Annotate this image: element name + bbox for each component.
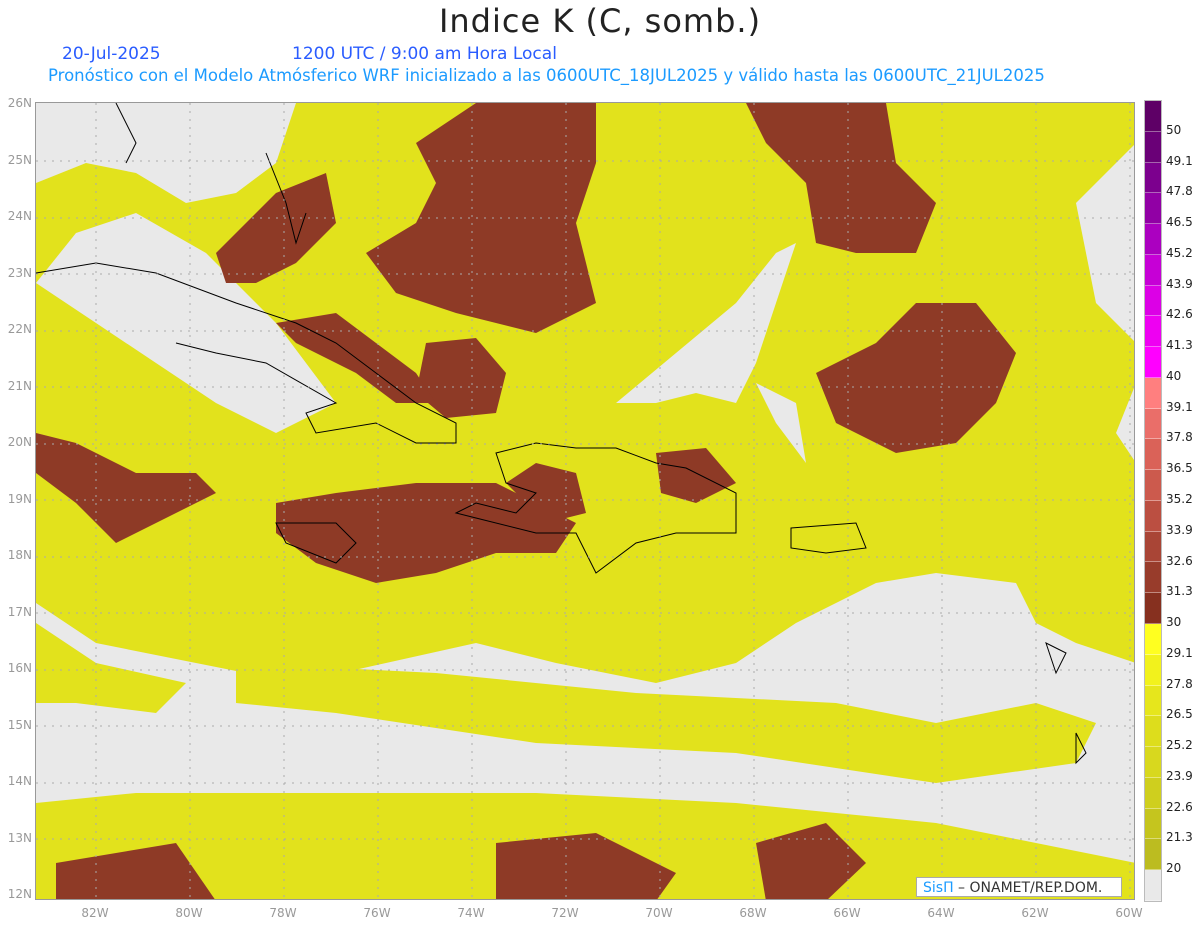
lat-label: 14N	[7, 774, 32, 788]
colorbar-swatch	[1145, 839, 1161, 871]
lat-label: 22N	[7, 322, 32, 336]
lon-label: 78W	[269, 906, 297, 920]
colorbar-label: 29.1	[1166, 645, 1193, 660]
credit-text: – ONAMET/REP.DOM.	[953, 880, 1103, 896]
colorbar-swatch	[1145, 408, 1161, 440]
colorbar-swatch	[1145, 654, 1161, 686]
lat-label: 17N	[7, 604, 32, 619]
colorbar-label: 31.3	[1166, 584, 1193, 599]
map-panel	[35, 102, 1135, 900]
lat-label: 15N	[7, 717, 32, 732]
colorbar-label: 41.3	[1166, 338, 1193, 353]
k-index-field	[36, 103, 1134, 899]
forecast-time: 1200 UTC / 9:00 am Hora Local	[292, 44, 557, 64]
colorbar-swatch	[1145, 224, 1161, 255]
colorbar-swatch	[1145, 531, 1161, 563]
colorbar-swatch	[1145, 285, 1161, 317]
lat-label: 13N	[7, 830, 32, 845]
colorbar-swatch	[1145, 377, 1161, 409]
lat-label: 12N	[7, 887, 32, 901]
colorbar-swatch	[1145, 101, 1161, 132]
colorbar-label: 40	[1166, 368, 1182, 383]
chart-title: Indice K (C, somb.)	[438, 2, 762, 40]
colorbar-swatch	[1145, 685, 1161, 717]
colorbar-swatch	[1145, 716, 1161, 748]
colorbar-swatch	[1145, 193, 1161, 225]
colorbar-swatch	[1145, 254, 1161, 286]
colorbar-label: 21.3	[1166, 830, 1193, 845]
colorbar-label: 37.8	[1166, 430, 1193, 445]
colorbar-swatch	[1145, 500, 1161, 532]
colorbar-label: 20	[1166, 861, 1182, 876]
colorbar-label: 43.9	[1166, 276, 1193, 291]
colorbar-swatch	[1145, 562, 1161, 594]
colorbar-swatch	[1145, 131, 1161, 163]
colorbar-label: 39.1	[1166, 399, 1193, 414]
colorbar-label: 42.6	[1166, 307, 1193, 322]
colorbar-label: 23.9	[1166, 768, 1193, 783]
lon-label: 64W	[927, 906, 955, 920]
colorbar-label: 36.5	[1166, 461, 1193, 476]
colorbar-swatch	[1145, 624, 1161, 655]
colorbar-swatch	[1145, 347, 1161, 378]
lat-label: 23N	[7, 265, 32, 280]
lon-label: 72W	[551, 906, 579, 920]
colorbar-swatch	[1145, 470, 1161, 501]
lat-label: 18N	[7, 548, 32, 562]
lon-label: 62W	[1021, 906, 1049, 920]
lat-label: 24N	[7, 209, 32, 223]
lon-label: 68W	[739, 906, 767, 920]
colorbar-label: 46.5	[1166, 215, 1193, 230]
colorbar-swatch	[1145, 870, 1161, 901]
sispi-logo: SisΠ	[923, 880, 954, 896]
lat-label: 26N	[7, 96, 32, 110]
colorbar-label: 35.2	[1166, 492, 1193, 506]
colorbar-swatch	[1145, 162, 1161, 194]
lat-label: 20N	[7, 435, 32, 449]
colorbar-label: 50	[1166, 122, 1182, 137]
lon-label: 66W	[833, 906, 861, 920]
lat-label: 19N	[7, 491, 32, 506]
colorbar-swatch	[1145, 808, 1161, 840]
lat-label: 21N	[7, 378, 32, 393]
forecast-subtitle: Pronóstico con el Modelo Atmósferico WRF…	[48, 66, 1045, 85]
colorbar-label: 45.2	[1166, 245, 1193, 260]
colorbar-label: 27.8	[1166, 676, 1193, 691]
yellow-region	[36, 103, 1134, 899]
colorbar-label: 47.8	[1166, 184, 1193, 199]
lat-label: 16N	[7, 661, 32, 675]
colorbar-label: 30	[1166, 615, 1182, 630]
lon-label: 74W	[457, 906, 485, 920]
colorbar-swatch	[1145, 777, 1161, 809]
colorbar	[1144, 100, 1162, 902]
lon-label: 70W	[645, 906, 673, 920]
colorbar-swatch	[1145, 316, 1161, 348]
lon-label: 82W	[81, 906, 109, 920]
forecast-date: 20-Jul-2025	[62, 44, 161, 64]
colorbar-label: 25.2	[1166, 738, 1193, 753]
colorbar-swatch	[1145, 439, 1161, 471]
colorbar-label: 32.6	[1166, 553, 1193, 568]
lon-label: 76W	[363, 906, 391, 920]
colorbar-label: 33.9	[1166, 522, 1193, 537]
lon-label: 80W	[175, 906, 203, 920]
credit-box: SisΠ – ONAMET/REP.DOM.	[916, 877, 1122, 897]
colorbar-label: 22.6	[1166, 799, 1193, 814]
lat-label: 25N	[7, 152, 32, 167]
lon-label: 60W	[1115, 906, 1143, 920]
colorbar-swatch	[1145, 593, 1161, 625]
colorbar-swatch	[1145, 747, 1161, 778]
colorbar-label: 49.1	[1166, 153, 1193, 168]
colorbar-label: 26.5	[1166, 707, 1193, 722]
